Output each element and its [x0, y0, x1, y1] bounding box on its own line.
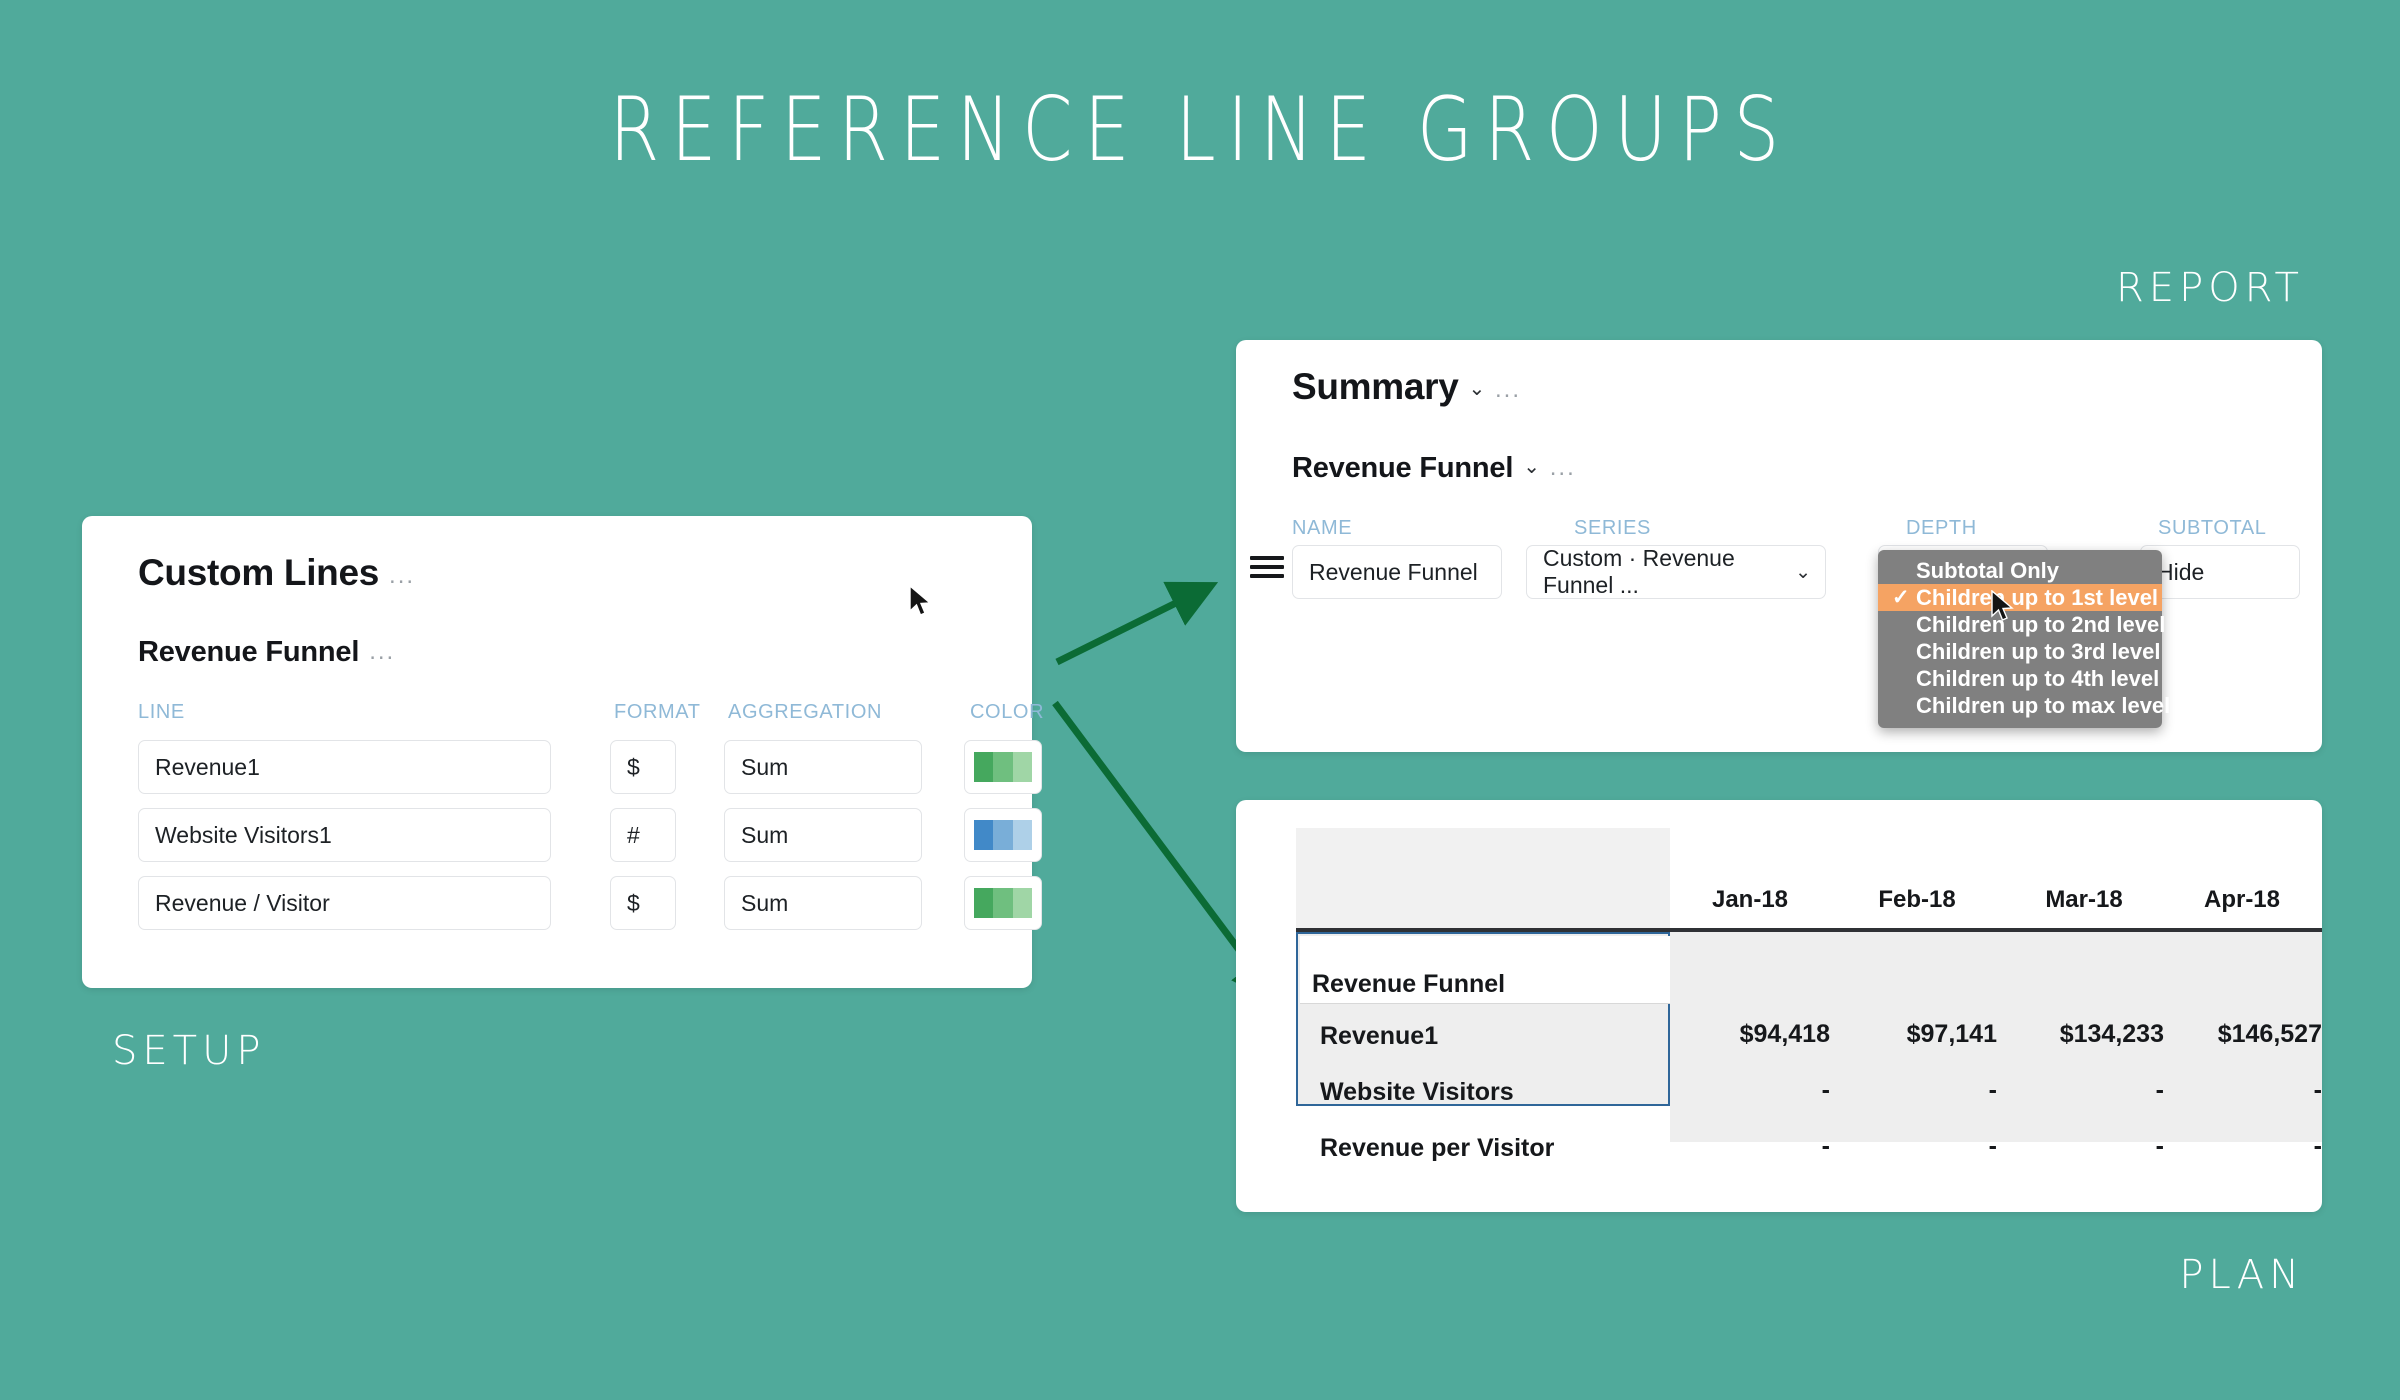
column-header-name: NAME [1292, 517, 1353, 539]
blue-gradient-swatch [974, 820, 1032, 850]
plan-cell: - [1821, 1132, 1830, 1160]
depth-option-label: Children up to 1st level [1916, 585, 2159, 610]
chevron-down-icon: ⌄ [1795, 561, 1811, 583]
poster-stage: REFERENCE LINE GROUPS REPORT SETUP PLAN … [0, 0, 2400, 1400]
plan-corner-cell [1296, 828, 1670, 928]
setup-panel: Custom Lines... Revenue Funnel... LINE F… [82, 516, 1044, 988]
depth-dropdown-menu[interactable]: Subtotal Only ✓ Children up to 1st level… [1878, 550, 2170, 728]
report-panel-title: Summary ⌄... [1292, 366, 1521, 408]
drag-handle-icon[interactable] [1250, 556, 1284, 578]
plan-cell: $134,233 [2059, 1020, 2164, 1048]
line-input-0[interactable]: Revenue1 [138, 740, 551, 794]
mouse-cursor-dropdown [1991, 590, 2014, 621]
depth-option-label: Children up to max level [1916, 693, 2171, 718]
depth-option-5[interactable]: Children up to max level [1878, 692, 2170, 719]
check-icon: ✓ [1892, 586, 1910, 609]
report-series-value: Custom · Revenue Funnel ... [1543, 545, 1735, 598]
depth-option-label: Children up to 2nd level [1916, 612, 2166, 637]
report-subtotal-select[interactable]: Hide [2140, 545, 2300, 599]
plan-table: Jan-18 Feb-18 Mar-18 Apr-18 Revenue Funn… [1296, 828, 2322, 1178]
report-panel-title-text: Summary [1292, 366, 1459, 407]
plan-cell: $97,141 [1906, 1020, 1997, 1048]
report-group-heading-text: Revenue Funnel [1292, 452, 1514, 484]
format-input-2[interactable]: $ [610, 876, 676, 930]
column-header-subtotal: SUBTOTAL [2158, 517, 2267, 539]
depth-option-3[interactable]: Children up to 3rd level [1878, 638, 2162, 665]
setup-panel-title: Custom Lines... [138, 552, 415, 594]
plan-month-header: Apr-18 [2203, 886, 2281, 913]
caption-report: REPORT [2116, 265, 2304, 311]
format-input-0[interactable]: $ [610, 740, 676, 794]
plan-cell: - [2155, 1076, 2164, 1104]
color-swatch-2[interactable] [964, 876, 1042, 930]
line-input-1[interactable]: Website Visitors1 [138, 808, 551, 862]
caption-plan: PLAN [2179, 1252, 2304, 1298]
column-header-format: FORMAT [614, 701, 701, 723]
column-header-series: SERIES [1574, 517, 1651, 539]
plan-cell: - [2313, 1132, 2322, 1160]
chevron-down-icon[interactable]: ⌄ [1469, 376, 1486, 401]
report-series-select[interactable]: Custom · Revenue Funnel ... ⌄ [1526, 545, 1826, 599]
green-gradient-swatch [974, 888, 1032, 918]
plan-cell: - [1988, 1132, 1997, 1160]
depth-option-1[interactable]: ✓ Children up to 1st level [1878, 584, 2162, 611]
depth-option-label: Children up to 3rd level [1916, 639, 2161, 664]
plan-cell: - [1988, 1076, 1997, 1104]
plan-row-label: Website Visitors [1320, 1078, 1514, 1106]
line-input-2[interactable]: Revenue / Visitor [138, 876, 551, 930]
depth-option-label: Children up to 4th level [1916, 666, 2160, 691]
plan-month-header: Feb-18 [1878, 886, 1956, 913]
column-header-depth: DEPTH [1906, 517, 1977, 539]
page-title: REFERENCE LINE GROUPS [609, 78, 1791, 181]
setup-group-menu-icon[interactable]: ... [369, 638, 395, 665]
aggregation-input-1[interactable]: Sum [724, 808, 922, 862]
plan-cell: - [2313, 1076, 2322, 1104]
plan-row-label: Revenue per Visitor [1320, 1134, 1555, 1162]
plan-cell: - [2155, 1132, 2164, 1160]
green-gradient-swatch [974, 752, 1032, 782]
report-name-input[interactable]: Revenue Funnel [1292, 545, 1502, 599]
column-header-line: LINE [138, 701, 185, 723]
plan-cell: - [1821, 1076, 1830, 1104]
report-group-heading: Revenue Funnel ⌄... [1292, 452, 1576, 485]
setup-panel-title-menu-icon[interactable]: ... [389, 562, 415, 589]
aggregation-input-2[interactable]: Sum [724, 876, 922, 930]
column-header-aggregation: AGGREGATION [728, 701, 883, 723]
color-swatch-1[interactable] [964, 808, 1042, 862]
plan-cell: $94,418 [1739, 1020, 1830, 1048]
format-input-1[interactable]: # [610, 808, 676, 862]
setup-panel-title-text: Custom Lines [138, 552, 380, 593]
report-panel-menu-icon[interactable]: ... [1495, 376, 1521, 403]
plan-cell: $146,527 [2217, 1020, 2322, 1048]
depth-option-2[interactable]: Children up to 2nd level [1878, 611, 2166, 638]
setup-group-heading: Revenue Funnel... [138, 636, 395, 669]
chevron-down-icon[interactable]: ⌄ [1523, 454, 1540, 479]
report-group-menu-icon[interactable]: ... [1550, 454, 1576, 481]
plan-month-header: Jan-18 [1711, 886, 1789, 913]
depth-option-4[interactable]: Children up to 4th level [1878, 665, 2162, 692]
depth-option-0[interactable]: Subtotal Only [1878, 557, 2162, 584]
depth-option-label: Subtotal Only [1916, 558, 2059, 583]
aggregation-input-0[interactable]: Sum [724, 740, 922, 794]
plan-month-header-row: Jan-18 Feb-18 Mar-18 Apr-18 [1670, 828, 2322, 928]
color-swatch-0[interactable] [964, 740, 1042, 794]
setup-group-heading-text: Revenue Funnel [138, 636, 360, 668]
caption-setup: SETUP [112, 1028, 266, 1074]
plan-month-header: Mar-18 [2045, 886, 2123, 913]
plan-selected-group-block[interactable]: Revenue Funnel Revenue1 Website Visitors… [1296, 932, 1670, 1162]
plan-row-label: Revenue1 [1320, 1022, 1439, 1050]
mouse-cursor-setup [909, 585, 932, 616]
column-header-color: COLOR [970, 701, 1045, 723]
plan-group-label: Revenue Funnel [1300, 936, 1670, 1004]
